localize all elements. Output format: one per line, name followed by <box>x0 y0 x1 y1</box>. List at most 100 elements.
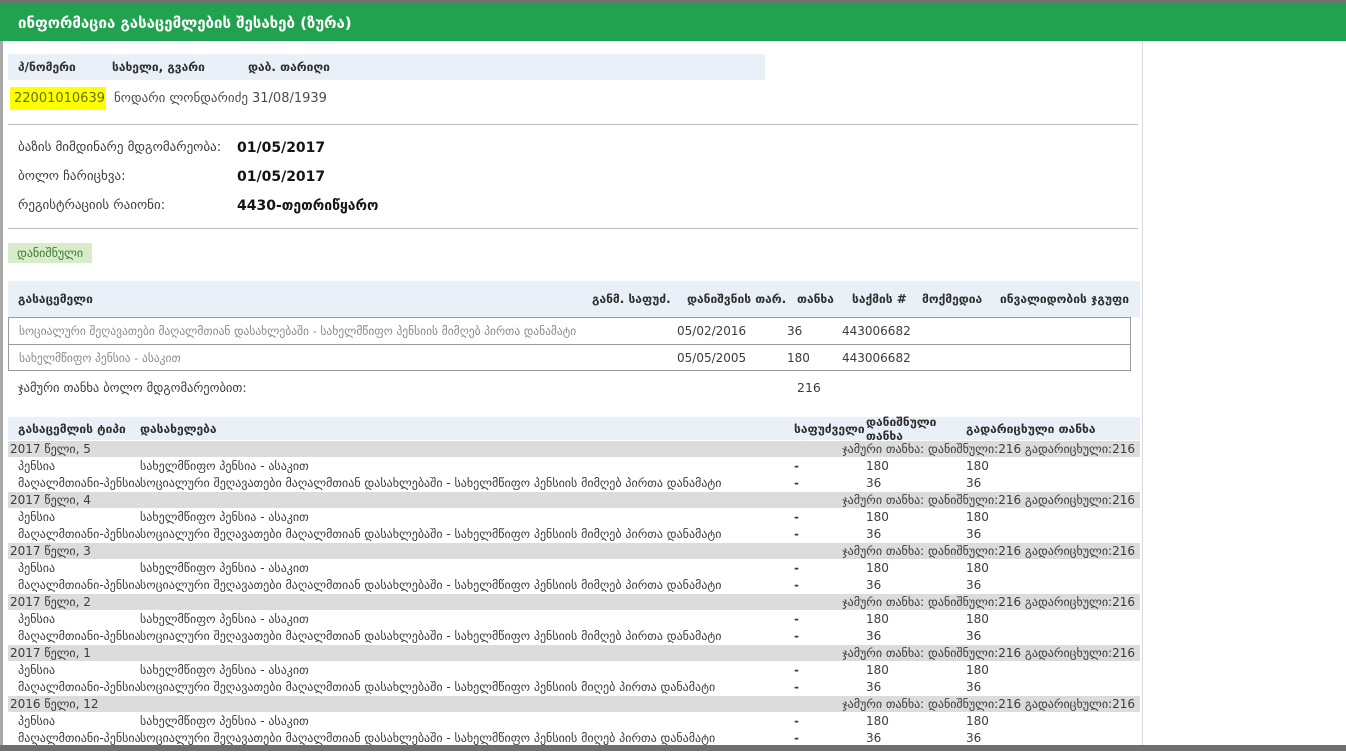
payment-assigned-amount: 180 <box>866 561 966 575</box>
group-period: 2017 წელი, 2 <box>10 595 91 609</box>
payment-basis: - <box>786 680 866 694</box>
assignment-row: სახელმწიფო პენსია - ასაკით 05/05/2005 18… <box>9 344 1130 370</box>
payment-row: მაღალმთიანი-პენსია სოციალური შეღავათები … <box>8 729 1140 746</box>
payment-basis: - <box>786 629 866 643</box>
payment-transferred-amount: 36 <box>966 680 1140 694</box>
payment-name: სახელმწიფო პენსია - ასაკით <box>140 612 786 626</box>
payment-type: მაღალმთიანი-პენსია <box>8 680 140 694</box>
payment-basis: - <box>786 476 866 490</box>
group-totals: ჯამური თანხა: დანიშნული:216 გადარიცხული:… <box>842 697 1135 711</box>
payment-assigned-amount: 36 <box>866 731 966 745</box>
payment-transferred-amount: 36 <box>966 527 1140 541</box>
payment-transferred-amount: 36 <box>966 476 1140 490</box>
assignment-name: სახელმწიფო პენსია - ასაკით <box>9 351 582 365</box>
assignments-table-body: სოციალური შეღავათები მაღალმთიან დასახლებ… <box>8 317 1131 371</box>
payment-type: მაღალმთიანი-პენსია <box>8 527 140 541</box>
payment-row: პენსია სახელმწიფო პენსია - ასაკით - 180 … <box>8 661 1140 678</box>
content-panel: პ/ნომერი სახელი, გვარი დაბ. თარიღი 22001… <box>3 41 1143 745</box>
payment-basis: - <box>786 527 866 541</box>
payment-assigned-amount: 180 <box>866 714 966 728</box>
payment-assigned-amount: 36 <box>866 629 966 643</box>
payment-assigned-amount: 36 <box>866 680 966 694</box>
column-header-transferred-amount: გადარიცხული თანხა <box>966 422 1140 436</box>
payment-name: სახელმწიფო პენსია - ასაკით <box>140 561 786 575</box>
payment-basis: - <box>786 578 866 592</box>
group-period: 2016 წელი, 12 <box>10 697 99 711</box>
group-period: 2017 წელი, 5 <box>10 442 91 456</box>
group-totals: ჯამური თანხა: დანიშნული:216 გადარიცხული:… <box>842 442 1135 456</box>
group-summary-row: 2017 წელი, 5 ჯამური თანხა: დანიშნული:216… <box>8 441 1140 457</box>
info-row-current-status: ბაზის მიმდინარე მდგომარეობა: 01/05/2017 <box>8 133 1142 162</box>
column-header-disability-group: ინვალიდობის ჯგუფი <box>1000 292 1140 306</box>
payment-type: პენსია <box>8 612 140 626</box>
group-period: 2017 წელი, 1 <box>10 646 91 660</box>
payment-row: მაღალმთიანი-პენსია სოციალური შეღავათები … <box>8 678 1140 695</box>
assignments-total-value: 216 <box>797 380 852 395</box>
column-header-active: მოქმედია <box>922 292 1000 306</box>
personal-number-link[interactable]: 22001010639 <box>10 87 106 110</box>
column-header-payable: გასაცემელი <box>8 292 592 306</box>
group-summary-row: 2017 წელი, 2 ჯამური თანხა: დანიშნული:216… <box>8 594 1140 610</box>
payments-table-header: გასაცემლის ტიპი დასახელება საფუძველი დან… <box>8 417 1140 440</box>
payment-type: პენსია <box>8 510 140 524</box>
group-period: 2017 წელი, 4 <box>10 493 91 507</box>
column-header-name: სახელი, გვარი <box>112 60 248 74</box>
page-body: პ/ნომერი სახელი, გვარი დაბ. თარიღი 22001… <box>0 41 1346 745</box>
column-header-birth-date: დაბ. თარიღი <box>248 60 765 74</box>
assignment-case-number: 443006682 <box>842 324 912 338</box>
payment-name: სოციალური შეღავათები მაღალმთიან დასახლებ… <box>140 578 786 592</box>
column-header-payment-type: გასაცემლის ტიპი <box>8 422 140 436</box>
payment-type: მაღალმთიანი-პენსია <box>8 731 140 745</box>
payment-transferred-amount: 180 <box>966 561 1140 575</box>
payment-row: პენსია სახელმწიფო პენსია - ასაკით - 180 … <box>8 610 1140 627</box>
group-period: 2017 წელი, 3 <box>10 544 91 558</box>
assignment-amount: 36 <box>787 324 842 338</box>
payment-row: მაღალმთიანი-პენსია სოციალური შეღავათები … <box>8 576 1140 593</box>
person-birth-date: 31/08/1939 <box>252 91 327 106</box>
payment-transferred-amount: 180 <box>966 612 1140 626</box>
group-totals: ჯამური თანხა: დანიშნული:216 გადარიცხული:… <box>842 646 1135 660</box>
group-totals: ჯამური თანხა: დანიშნული:216 გადარიცხული:… <box>842 493 1135 507</box>
assignments-total-row: ჯამური თანხა ბოლო მდგომარეობით: 216 <box>8 371 1140 403</box>
payment-name: სახელმწიფო პენსია - ასაკით <box>140 663 786 677</box>
assignment-amount: 180 <box>787 351 842 365</box>
page-header: ინფორმაცია გასაცემლების შესახებ (ზურა) <box>0 4 1346 41</box>
column-header-amount: თანხა <box>797 292 852 306</box>
status-badge-assigned[interactable]: დანიშნული <box>8 243 92 263</box>
group-summary-row: 2017 წელი, 1 ჯამური თანხა: დანიშნული:216… <box>8 645 1140 661</box>
group-summary-row: 2016 წელი, 12 ჯამური თანხა: დანიშნული:21… <box>8 696 1140 712</box>
person-name: ნოდარი ლონდარიძე <box>114 91 252 106</box>
payment-basis: - <box>786 731 866 745</box>
payment-assigned-amount: 36 <box>866 476 966 490</box>
field-label-registration-district: რეგისტრაციის რაიონი: <box>8 198 237 213</box>
payment-name: სოციალური შეღავათები მაღალმთიან დასახლებ… <box>140 476 786 490</box>
field-value-current-status: 01/05/2017 <box>237 140 325 156</box>
payment-transferred-amount: 180 <box>966 663 1140 677</box>
payment-basis: - <box>786 612 866 626</box>
payment-basis: - <box>786 663 866 677</box>
column-header-personal-number: პ/ნომერი <box>8 60 112 74</box>
payment-name: სახელმწიფო პენსია - ასაკით <box>140 459 786 473</box>
payment-type: მაღალმთიანი-პენსია <box>8 578 140 592</box>
column-header-assign-date: დანიშვნის თარ. <box>687 292 797 306</box>
column-header-payment-basis: საფუძველი <box>786 422 866 436</box>
payment-row: პენსია სახელმწიფო პენსია - ასაკით - 180 … <box>8 457 1140 474</box>
payment-transferred-amount: 180 <box>966 459 1140 473</box>
field-label-current-status: ბაზის მიმდინარე მდგომარეობა: <box>8 140 237 155</box>
payment-type: პენსია <box>8 663 140 677</box>
divider <box>8 228 1138 229</box>
payment-assigned-amount: 36 <box>866 578 966 592</box>
field-value-last-transfer: 01/05/2017 <box>237 169 325 185</box>
payment-transferred-amount: 36 <box>966 629 1140 643</box>
payment-row: პენსია სახელმწიფო პენსია - ასაკით - 180 … <box>8 508 1140 525</box>
assignment-date: 05/02/2016 <box>677 324 787 338</box>
payment-row: მაღალმთიანი-პენსია სოციალური შეღავათები … <box>8 525 1140 542</box>
assignment-name: სოციალური შეღავათები მაღალმთიან დასახლებ… <box>9 324 582 338</box>
payment-basis: - <box>786 561 866 575</box>
divider <box>8 124 1138 125</box>
payment-name: სახელმწიფო პენსია - ასაკით <box>140 714 786 728</box>
payment-name: სახელმწიფო პენსია - ასაკით <box>140 510 786 524</box>
info-row-last-transfer: ბოლო ჩარიცხვა: 01/05/2017 <box>8 162 1142 191</box>
column-header-payment-name: დასახელება <box>140 422 786 436</box>
payment-row: მაღალმთიანი-პენსია სოციალური შეღავათები … <box>8 474 1140 491</box>
